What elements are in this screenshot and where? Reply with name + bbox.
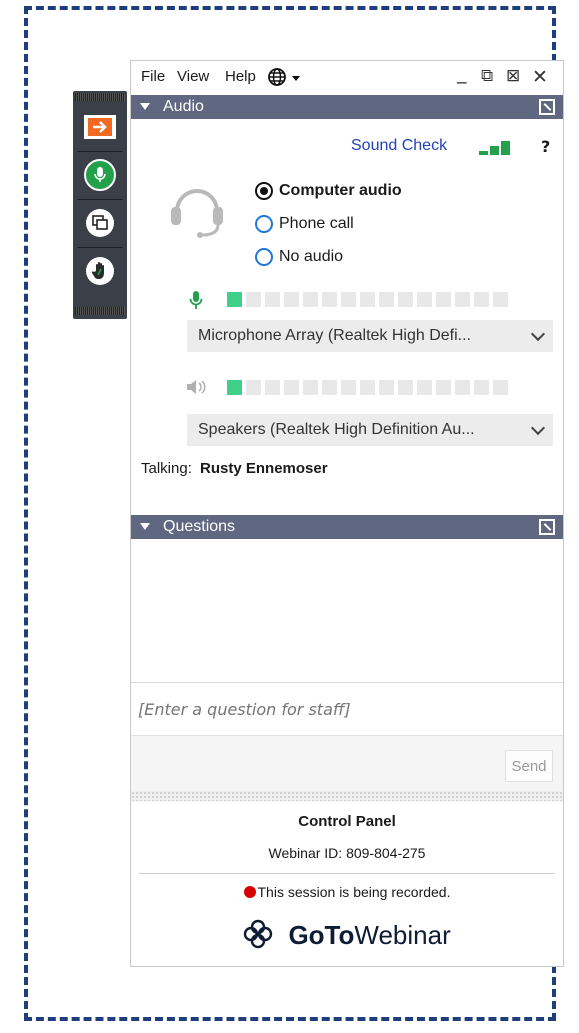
questions-header-label: Questions (163, 518, 236, 535)
talking-indicator: Talking: Rusty Ennemoser (141, 460, 328, 477)
speaker-select-value: Speakers (Realtek High Definition Au... (198, 421, 475, 438)
side-toolbar (73, 91, 127, 319)
questions-section-header[interactable]: Questions (131, 515, 563, 539)
expand-button[interactable]: ⊠ (506, 66, 520, 86)
chevron-down-icon (530, 420, 546, 436)
control-panel-title: Control Panel (298, 813, 396, 830)
radio-button[interactable] (255, 215, 273, 233)
signal-strength-icon (479, 141, 519, 155)
sound-check-link[interactable]: Sound Check (351, 137, 447, 155)
arrow-right-icon (84, 115, 116, 139)
webinar-id: Webinar ID: 809-804-275 (268, 845, 426, 861)
question-input[interactable] (131, 683, 563, 735)
speaker-level-meter (227, 380, 512, 396)
audio-section-header[interactable]: Audio (131, 95, 563, 119)
raise-hand-icon (86, 257, 114, 285)
gotowebinar-logo: GoToWebinar (131, 919, 563, 951)
microphone-select[interactable]: Microphone Array (Realtek High Defi... (187, 320, 553, 352)
radio-button[interactable] (255, 248, 273, 266)
popout-section-icon[interactable] (539, 99, 555, 115)
send-button[interactable]: Send (505, 750, 553, 782)
mic-toggle-button[interactable] (78, 153, 122, 197)
toolbar-grip-bottom[interactable] (75, 307, 125, 315)
menu-help[interactable]: Help (225, 68, 256, 85)
menu-view[interactable]: View (177, 68, 209, 85)
control-panel: File View Help _ ⧉ ⊠ ✕ Audio Sound Check… (130, 60, 564, 967)
toggle-panel-button[interactable] (78, 105, 122, 149)
language-menu[interactable] (267, 67, 301, 91)
toolbar-grip-top[interactable] (75, 93, 125, 101)
talking-label: Talking: (141, 460, 192, 477)
audio-help-button[interactable]: ? (541, 137, 550, 156)
radio-label: No audio (279, 248, 344, 265)
audio-header-label: Audio (163, 98, 204, 115)
mic-level-icon (189, 290, 203, 314)
radio-phone-call[interactable]: Phone call (255, 212, 354, 236)
recording-notice: This session is being recorded. (131, 884, 563, 900)
radio-no-audio[interactable]: No audio (255, 245, 343, 269)
radio-label: Computer audio (279, 182, 402, 199)
resize-handle[interactable] (131, 791, 563, 801)
screen-share-button[interactable] (78, 201, 122, 245)
speaker-select[interactable]: Speakers (Realtek High Definition Au... (187, 414, 553, 446)
chevron-down-icon (530, 326, 546, 342)
gotowebinar-logo-icon (243, 919, 288, 950)
radio-computer-audio[interactable]: Computer audio (255, 179, 402, 203)
brand-goto: GoTo (288, 920, 355, 950)
headset-icon (167, 177, 227, 243)
close-button[interactable]: ✕ (532, 66, 548, 88)
popout-section-icon[interactable] (539, 519, 555, 535)
mic-level-meter (227, 292, 512, 308)
collapse-triangle-icon (140, 103, 150, 110)
minimize-button[interactable]: _ (457, 62, 467, 84)
raise-hand-button[interactable] (78, 249, 122, 293)
brand-webinar: Webinar (354, 920, 451, 950)
speaker-icon (185, 379, 211, 399)
screen-share-icon (86, 209, 114, 237)
talking-name: Rusty Ennemoser (200, 460, 328, 477)
globe-icon (267, 68, 292, 91)
recording-dot-icon (243, 886, 256, 898)
popout-button[interactable]: ⧉ (481, 66, 493, 86)
menu-file[interactable]: File (141, 68, 165, 85)
collapse-triangle-icon (140, 523, 150, 530)
menu-bar: File View Help _ ⧉ ⊠ ✕ (131, 61, 563, 93)
questions-log (131, 539, 563, 683)
microphone-icon (84, 159, 116, 191)
chevron-down-icon (292, 76, 301, 81)
radio-button[interactable] (255, 182, 273, 200)
footer-divider (139, 873, 555, 874)
microphone-select-value: Microphone Array (Realtek High Defi... (198, 327, 471, 344)
radio-label: Phone call (279, 215, 354, 232)
recording-notice-text: This session is being recorded. (257, 884, 451, 900)
